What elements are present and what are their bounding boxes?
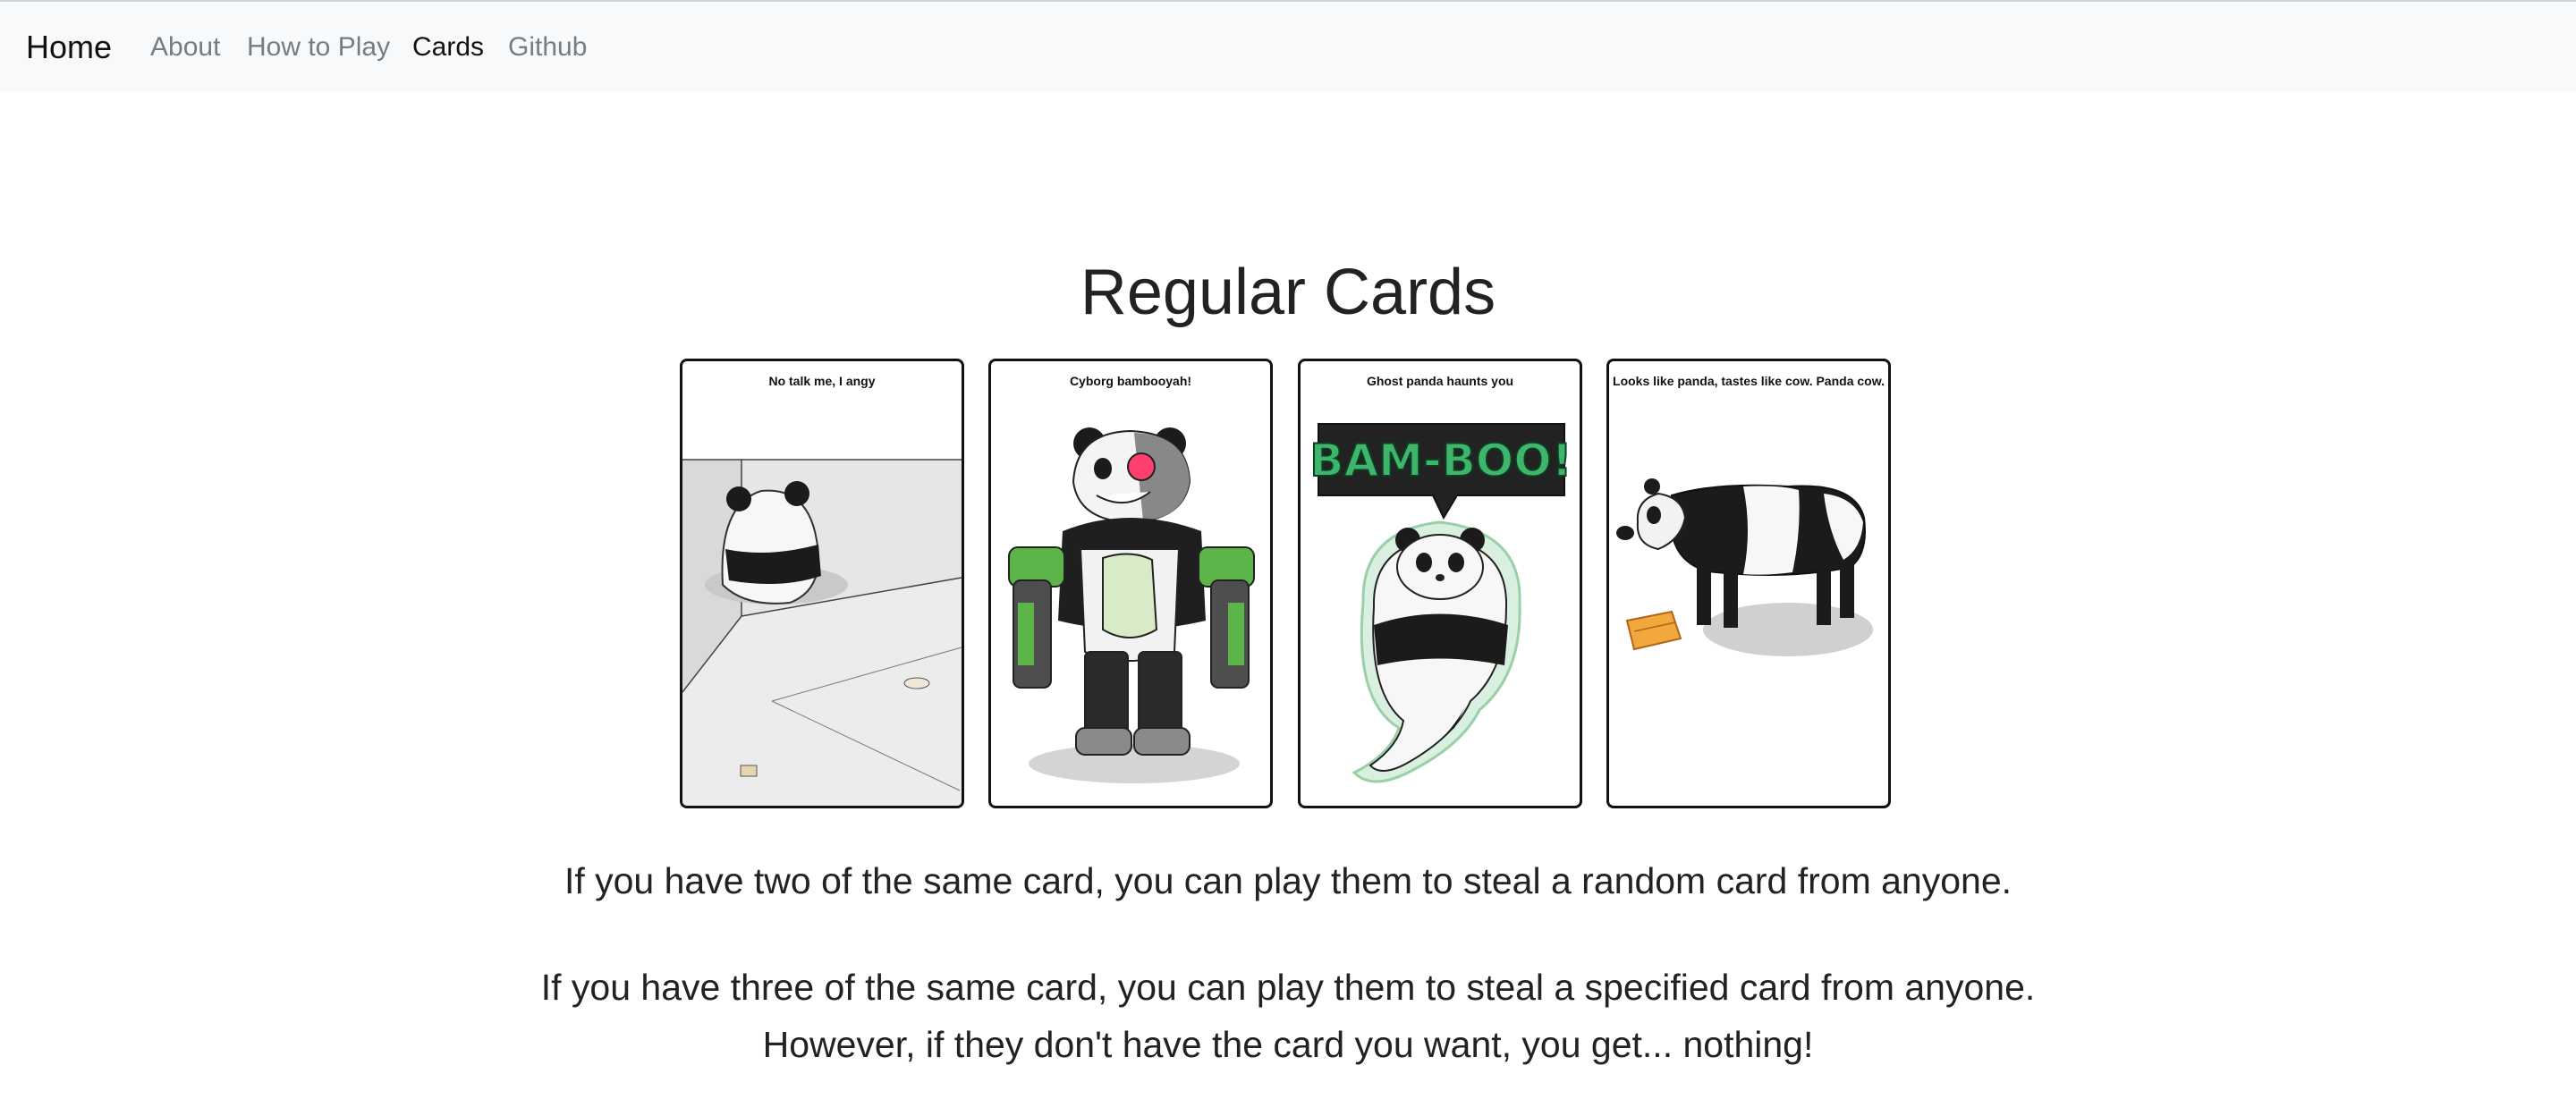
nav-how-to-play-link[interactable]: How to Play	[247, 32, 390, 63]
nav-github-link[interactable]: Github	[508, 32, 587, 63]
card-caption: No talk me, I angy	[768, 374, 876, 388]
rule-triple-text: If you have three of the same card, you …	[0, 959, 2576, 1073]
nav-cards-link[interactable]: Cards	[412, 32, 484, 63]
page-title: Regular Cards	[1080, 257, 1496, 328]
speech-bubble-text: BAM-BOO!	[1309, 435, 1572, 486]
nav-home-link[interactable]: Home	[26, 29, 112, 66]
ghost-panda-illustration: BAM-BOO!	[1309, 423, 1573, 783]
card-panda-cow[interactable]: Looks like panda, tastes like cow. Panda…	[1606, 359, 1891, 808]
rule-triple-line-1: If you have three of the same card, you …	[540, 967, 2036, 1008]
top-navbar: Home About How to Play Cards Github	[0, 0, 2576, 91]
rule-pair-text: If you have two of the same card, you ca…	[564, 860, 2012, 901]
card-caption: Ghost panda haunts you	[1366, 374, 1514, 388]
nav-about-link[interactable]: About	[150, 32, 220, 63]
card-caption: Cyborg bambooyah!	[1069, 374, 1192, 388]
rule-triple-line-2: However, if they don't have the card you…	[762, 1024, 1814, 1065]
panda-cow-illustration	[1616, 478, 1873, 656]
angry-panda-illustration	[682, 459, 962, 806]
card-angry-panda[interactable]: No talk me, I angy	[680, 359, 964, 808]
card-cyborg-panda[interactable]: Cyborg bambooyah!	[988, 359, 1273, 808]
card-caption: Looks like panda, tastes like cow. Panda…	[1613, 374, 1885, 388]
card-ghost-panda[interactable]: Ghost panda haunts you BAM-BOO!	[1298, 359, 1582, 808]
cyborg-panda-illustration	[1008, 427, 1255, 783]
